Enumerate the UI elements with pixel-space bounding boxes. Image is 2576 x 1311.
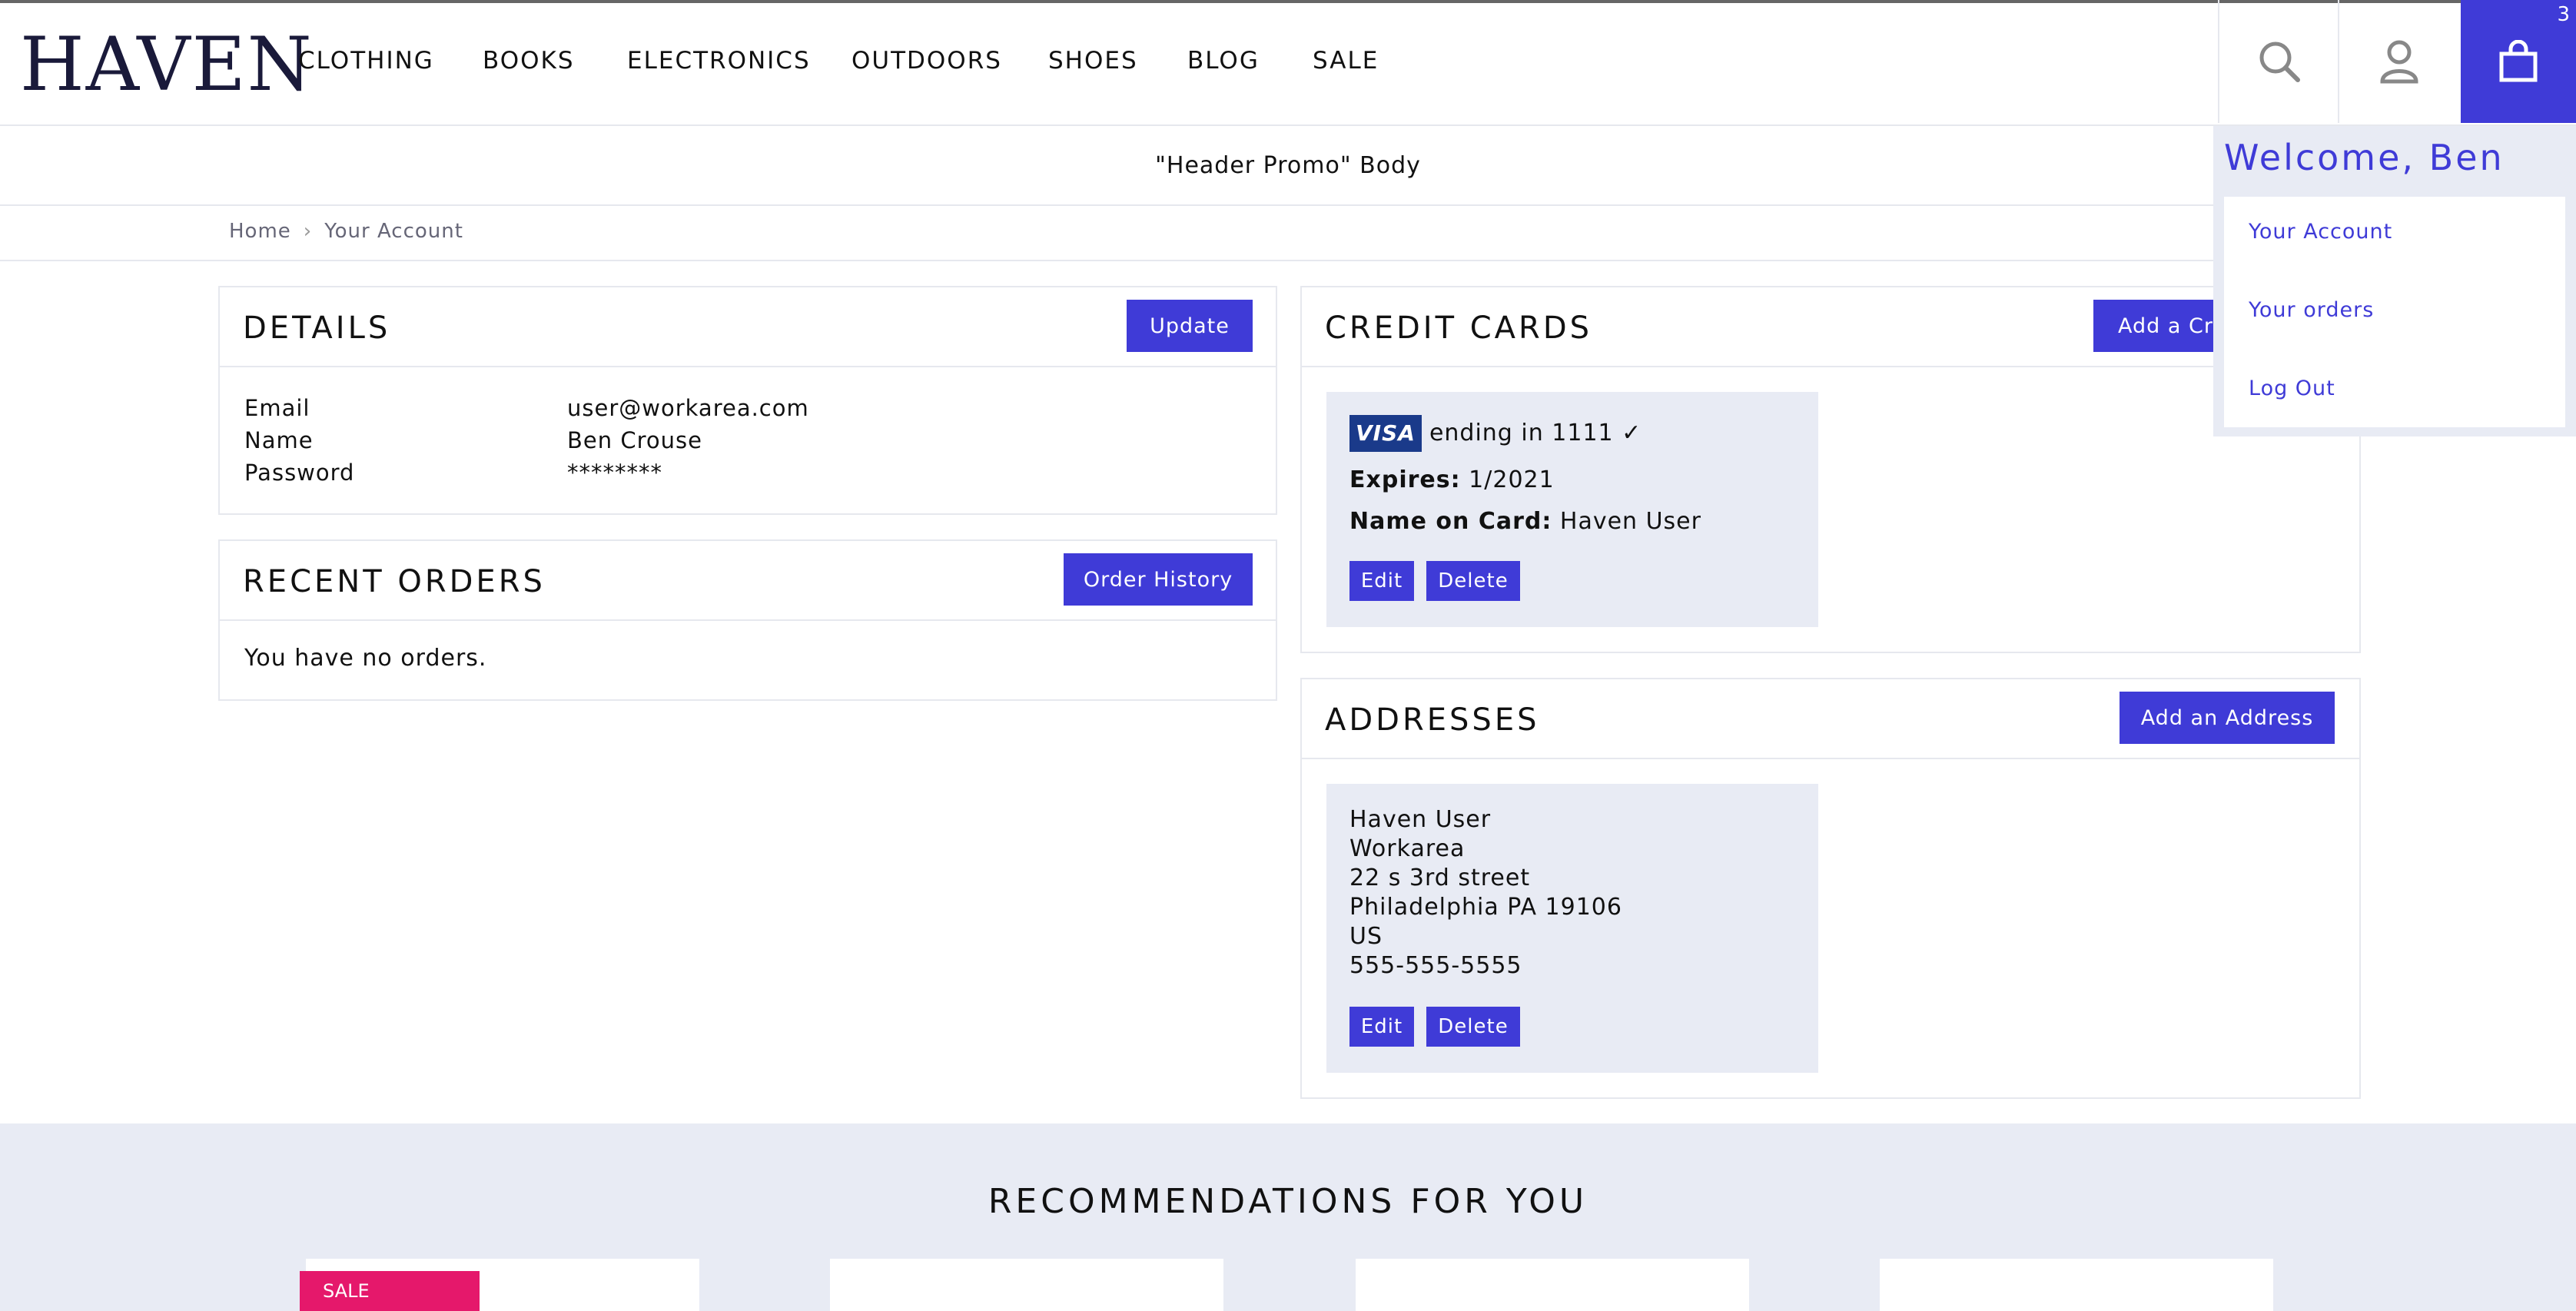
details-header: DETAILS Update — [220, 287, 1276, 367]
credit-cards-title: CREDIT CARDS — [1325, 310, 1593, 346]
nav-outdoors[interactable]: OUTDOORS — [851, 46, 1002, 75]
edit-card-button[interactable]: Edit — [1349, 561, 1414, 601]
product-card[interactable] — [1356, 1259, 1749, 1311]
details-values: user@workarea.com Ben Crouse ******** — [567, 392, 809, 489]
delete-address-button[interactable]: Delete — [1426, 1007, 1520, 1047]
nav-sale[interactable]: SALE — [1313, 46, 1379, 75]
nav-books[interactable]: BOOKS — [483, 46, 575, 75]
name-label: Name — [244, 427, 314, 453]
add-address-button[interactable]: Add an Address — [2120, 692, 2335, 744]
breadcrumb-current: Your Account — [324, 220, 463, 243]
site-logo[interactable]: HAVEN — [20, 28, 314, 101]
nav-clothing[interactable]: CLOTHING — [298, 46, 434, 75]
user-icon — [2380, 40, 2418, 84]
name-on-card-value: Haven User — [1559, 508, 1701, 535]
nav-shoes[interactable]: SHOES — [1048, 46, 1138, 75]
details-labels: Email Name Password — [244, 392, 354, 489]
order-history-button[interactable]: Order History — [1064, 553, 1253, 606]
address-street: 22 s 3rd street — [1349, 865, 1531, 891]
sale-badge: SALE — [300, 1271, 480, 1311]
address-city: Philadelphia PA 19106 — [1349, 894, 1622, 921]
details-title: DETAILS — [243, 310, 391, 346]
address-lines: Haven User Workarea 22 s 3rd street Phil… — [1349, 805, 1622, 981]
account-button[interactable] — [2338, 0, 2459, 123]
delete-card-button[interactable]: Delete — [1426, 561, 1520, 601]
details-panel: DETAILS Update Email Name Password user@… — [218, 286, 1277, 515]
addresses-title: ADDRESSES — [1325, 702, 1540, 738]
recent-orders-header: RECENT ORDERS Order History — [220, 541, 1276, 621]
address-company: Workarea — [1349, 835, 1466, 862]
product-card[interactable] — [1880, 1259, 2273, 1311]
recent-orders-panel: RECENT ORDERS Order History You have no … — [218, 539, 1277, 701]
no-orders-text: You have no orders. — [244, 645, 487, 672]
credit-cards-panel: CREDIT CARDS Add a Cr VISA ending in 111… — [1300, 286, 2361, 653]
name-on-card-label: Name on Card: — [1349, 508, 1552, 535]
breadcrumb-home[interactable]: Home — [229, 220, 291, 243]
email-label: Email — [244, 395, 310, 421]
breadcrumb: Home › Your Account — [229, 220, 463, 243]
addresses-header: ADDRESSES Add an Address — [1302, 679, 2359, 759]
card-name-row: Name on Card: Haven User — [1349, 507, 1701, 536]
credit-cards-header: CREDIT CARDS Add a Cr — [1302, 287, 2359, 367]
product-card[interactable] — [830, 1259, 1223, 1311]
card-ending-row: VISA ending in 1111 ✓ — [1349, 415, 1642, 452]
card-ending: ending in 1111 ✓ — [1429, 420, 1642, 446]
menu-your-account[interactable]: Your Account — [2249, 220, 2392, 244]
addresses-panel: ADDRESSES Add an Address Haven User Work… — [1300, 678, 2361, 1099]
expires-value: 1/2021 — [1469, 466, 1555, 493]
top-border — [0, 0, 2576, 3]
cart-button[interactable]: 3 — [2461, 0, 2576, 123]
chevron-right-icon: › — [303, 220, 313, 243]
shopping-bag-icon — [2499, 40, 2538, 82]
name-value: Ben Crouse — [567, 427, 702, 453]
search-icon — [2259, 41, 2300, 82]
recent-orders-title: RECENT ORDERS — [243, 564, 546, 599]
expires-label: Expires: — [1349, 466, 1461, 493]
edit-address-button[interactable]: Edit — [1349, 1007, 1414, 1047]
nav-blog[interactable]: BLOG — [1187, 46, 1260, 75]
address-country: US — [1349, 923, 1383, 950]
welcome-heading: Welcome, Ben — [2224, 137, 2505, 178]
email-value: user@workarea.com — [567, 395, 809, 421]
visa-icon: VISA — [1349, 415, 1422, 452]
password-value: ******** — [567, 460, 662, 486]
search-button[interactable] — [2218, 0, 2339, 123]
promo-text: "Header Promo" Body — [1155, 151, 1421, 179]
address-name: Haven User — [1349, 806, 1492, 833]
address-item: Haven User Workarea 22 s 3rd street Phil… — [1326, 784, 1818, 1073]
address-phone: 555-555-5555 — [1349, 952, 1522, 979]
divider — [0, 260, 2576, 261]
nav-electronics[interactable]: ELECTRONICS — [627, 46, 811, 75]
password-label: Password — [244, 460, 355, 486]
credit-card-item: VISA ending in 1111 ✓ Expires: 1/2021 Na… — [1326, 392, 1818, 627]
menu-your-orders[interactable]: Your orders — [2249, 298, 2374, 322]
recommendations-title: RECOMMENDATIONS FOR YOU — [988, 1182, 1588, 1221]
card-expires-row: Expires: 1/2021 — [1349, 466, 1555, 495]
menu-log-out[interactable]: Log Out — [2249, 377, 2335, 400]
update-button[interactable]: Update — [1127, 300, 1253, 352]
header-promo: "Header Promo" Body — [0, 126, 2576, 206]
cart-count-badge: 3 — [2557, 3, 2570, 26]
